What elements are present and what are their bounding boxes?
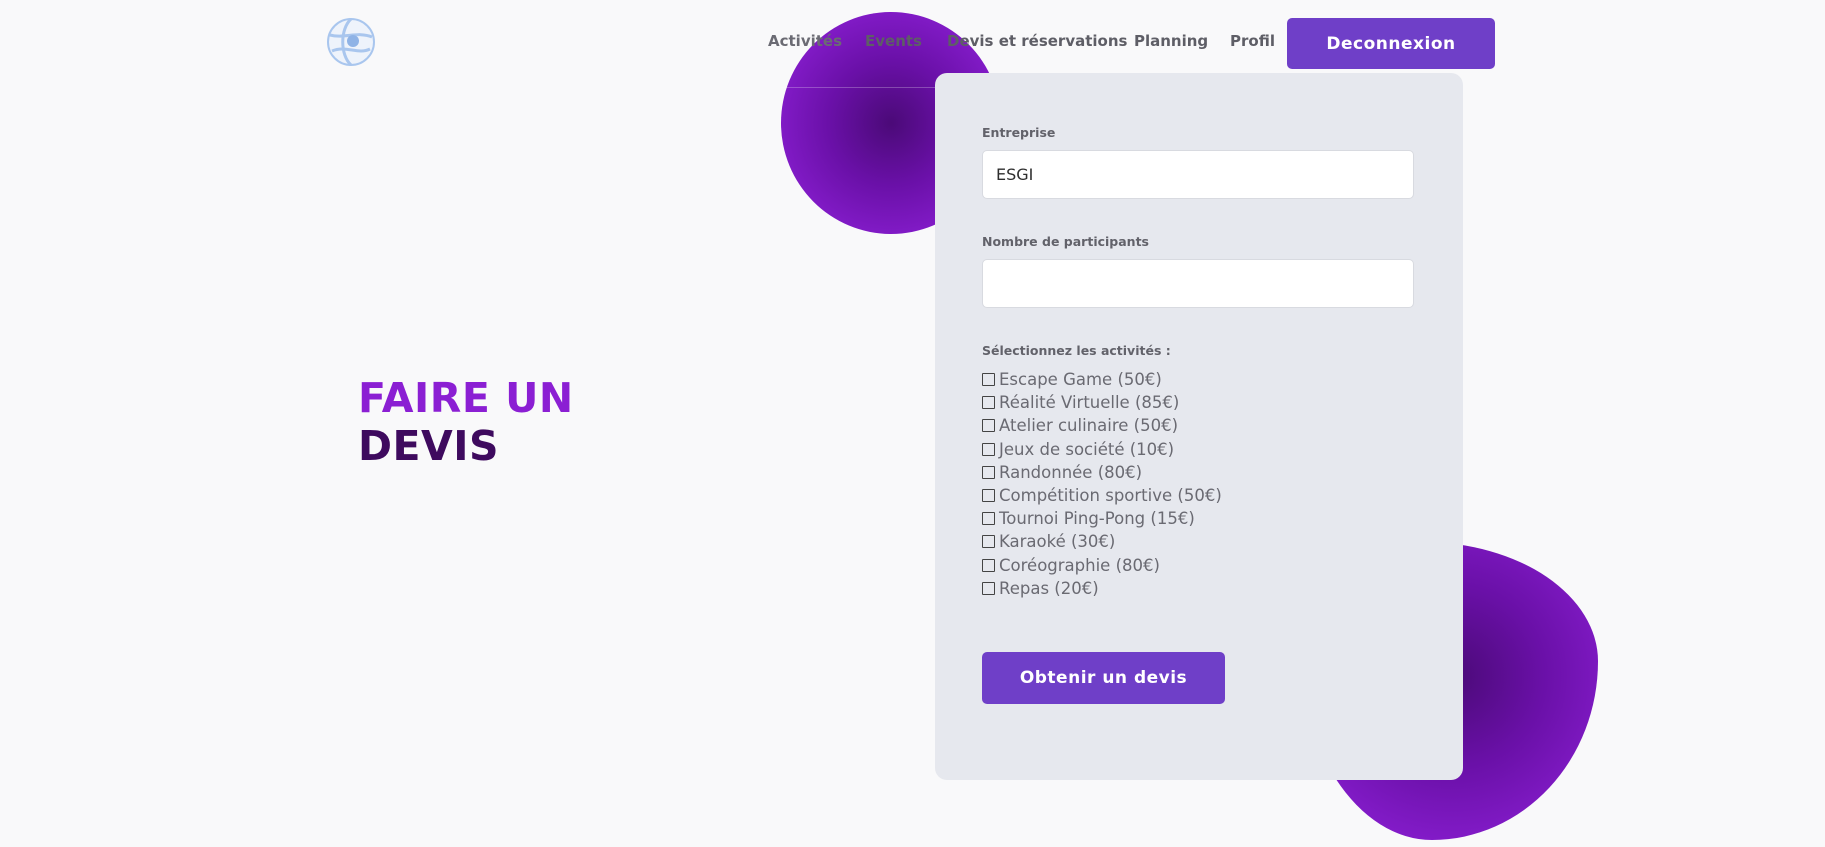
activity-option[interactable]: Repas (20€) [982, 577, 1222, 600]
activity-option[interactable]: Jeux de société (10€) [982, 438, 1222, 461]
page-title-line1: FAIRE UN [358, 374, 574, 422]
activity-label: Escape Game (50€) [999, 370, 1162, 390]
activities-label: Sélectionnez les activités : [982, 343, 1171, 358]
activity-option[interactable]: Réalité Virtuelle (85€) [982, 391, 1222, 414]
checkbox-icon[interactable] [982, 396, 995, 410]
activity-option[interactable]: Atelier culinaire (50€) [982, 414, 1222, 437]
activity-label: Coréographie (80€) [999, 555, 1160, 575]
activity-label: Repas (20€) [999, 578, 1099, 598]
participants-label: Nombre de participants [982, 234, 1149, 249]
checkbox-icon[interactable] [982, 465, 995, 479]
activity-label: Karaoké (30€) [999, 532, 1116, 552]
nav-link-devis[interactable]: Devis et réservations [947, 32, 1127, 50]
page-title: FAIRE UN DEVIS [358, 374, 574, 470]
checkbox-icon[interactable] [982, 558, 995, 572]
activity-label: Atelier culinaire (50€) [999, 416, 1179, 436]
activity-option[interactable]: Coréographie (80€) [982, 554, 1222, 577]
activity-option[interactable]: Escape Game (50€) [982, 368, 1222, 391]
checkbox-icon[interactable] [982, 535, 995, 549]
top-navigation: Activités Events Devis et réservations P… [0, 18, 1825, 70]
activity-label: Réalité Virtuelle (85€) [999, 393, 1180, 413]
nav-link-activites[interactable]: Activités [768, 32, 842, 50]
get-quote-button[interactable]: Obtenir un devis [982, 652, 1225, 704]
activity-label: Jeux de société (10€) [999, 439, 1175, 459]
activity-option[interactable]: Karaoké (30€) [982, 530, 1222, 553]
activity-option[interactable]: Tournoi Ping-Pong (15€) [982, 507, 1222, 530]
company-label: Entreprise [982, 125, 1056, 140]
activities-list: Escape Game (50€) Réalité Virtuelle (85€… [982, 368, 1222, 600]
activity-option[interactable]: Compétition sportive (50€) [982, 484, 1222, 507]
nav-link-planning[interactable]: Planning [1134, 32, 1208, 50]
page-title-line2: DEVIS [358, 422, 500, 470]
quote-form-card: Entreprise Nombre de participants Sélect… [935, 73, 1463, 780]
activity-label: Tournoi Ping-Pong (15€) [999, 509, 1195, 529]
checkbox-icon[interactable] [982, 442, 995, 456]
company-input[interactable] [982, 150, 1414, 199]
activity-label: Compétition sportive (50€) [999, 486, 1222, 506]
checkbox-icon[interactable] [982, 581, 995, 595]
nav-link-events[interactable]: Events [865, 32, 922, 50]
checkbox-icon[interactable] [982, 419, 995, 433]
logout-button[interactable]: Deconnexion [1287, 18, 1495, 69]
activity-label: Randonnée (80€) [999, 462, 1143, 482]
nav-divider [781, 87, 936, 88]
nav-link-profil[interactable]: Profil [1230, 32, 1275, 50]
checkbox-icon[interactable] [982, 373, 995, 387]
checkbox-icon[interactable] [982, 512, 995, 526]
activity-option[interactable]: Randonnée (80€) [982, 461, 1222, 484]
participants-input[interactable] [982, 259, 1414, 308]
checkbox-icon[interactable] [982, 489, 995, 503]
